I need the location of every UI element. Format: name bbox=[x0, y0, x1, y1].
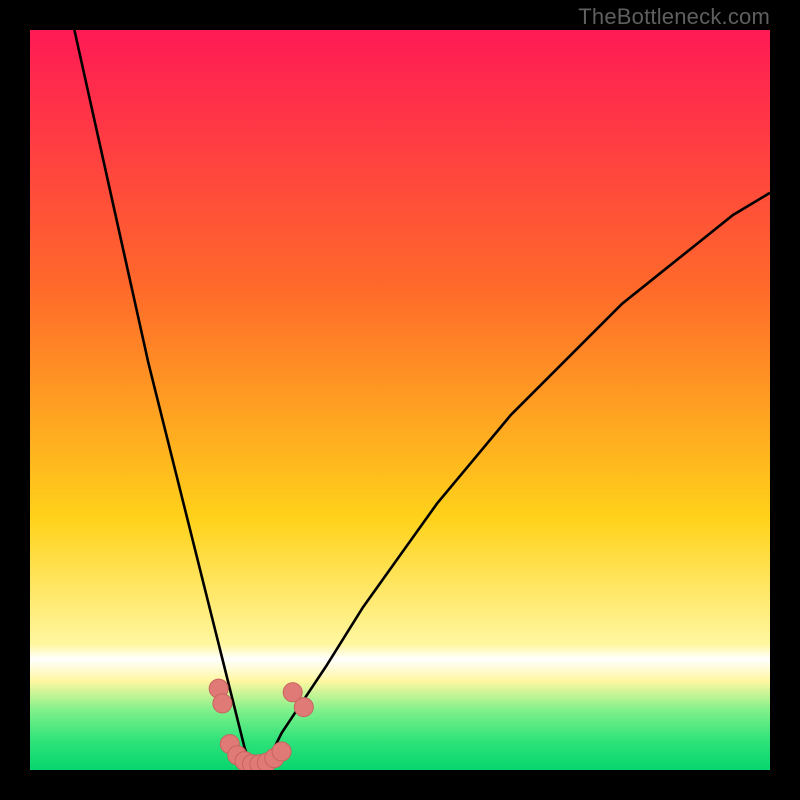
curve-left bbox=[74, 30, 252, 770]
watermark-text: TheBottleneck.com bbox=[578, 4, 770, 30]
data-marker bbox=[272, 742, 291, 761]
curve-right bbox=[252, 193, 770, 770]
bottleneck-curves bbox=[30, 30, 770, 770]
data-marker bbox=[213, 694, 232, 713]
chart-frame: TheBottleneck.com bbox=[0, 0, 800, 800]
data-markers bbox=[209, 679, 313, 770]
data-marker bbox=[294, 698, 313, 717]
plot-area bbox=[30, 30, 770, 770]
